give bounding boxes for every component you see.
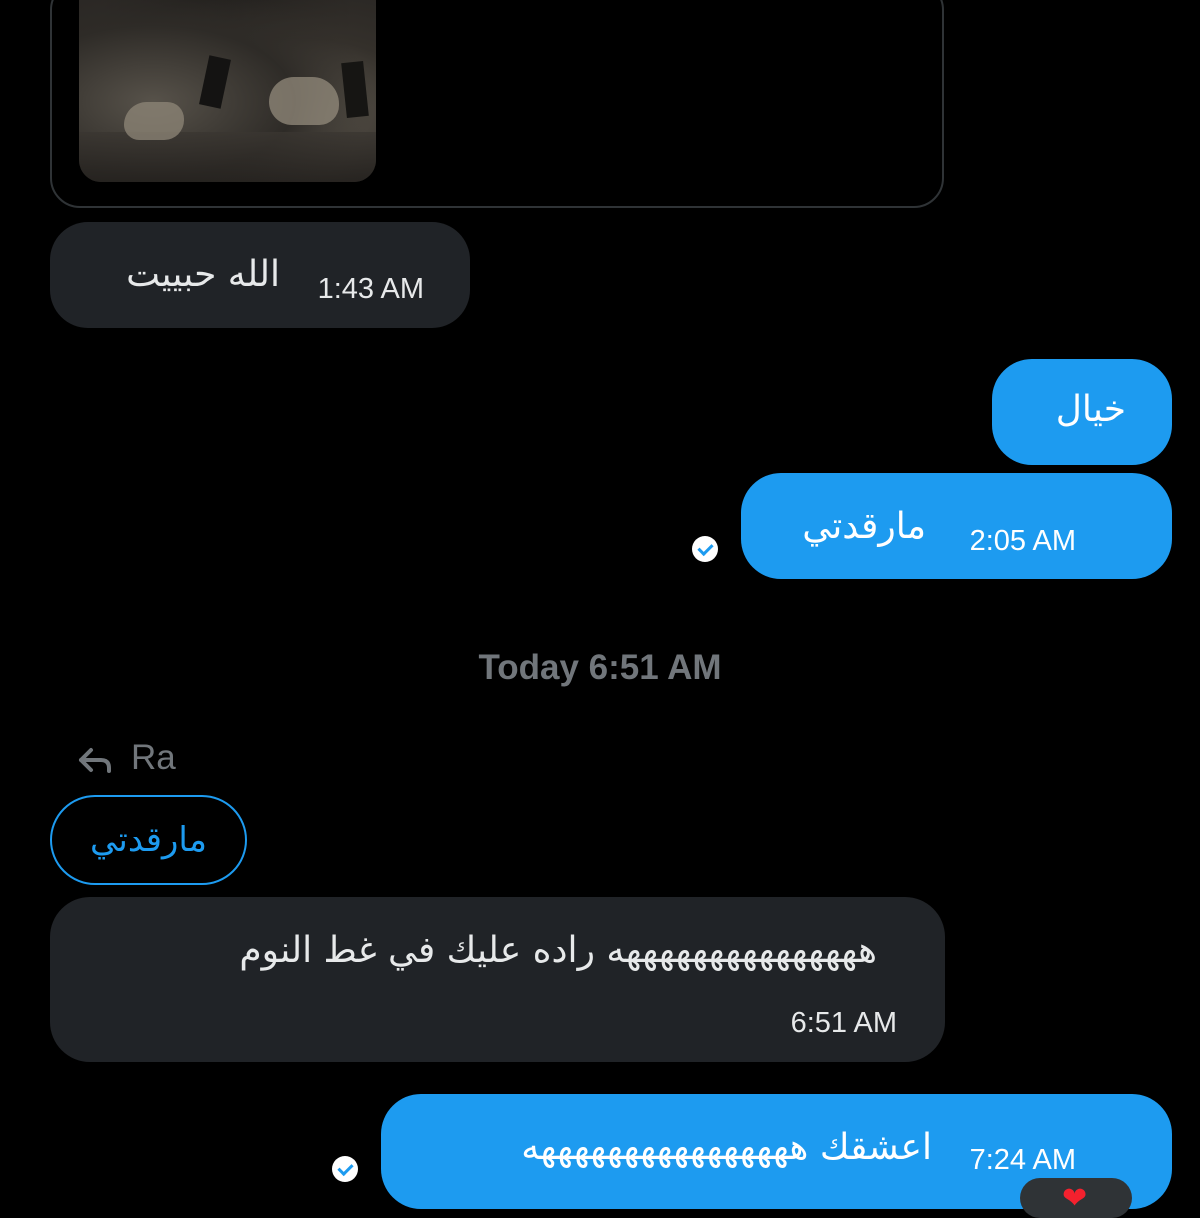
message-bubble-outgoing[interactable]: مارقدتي 2:05 AM <box>692 473 1172 579</box>
check-circle-icon <box>332 1156 358 1183</box>
message-photo[interactable] <box>79 0 376 182</box>
message-time: 1:43 AM <box>317 273 424 305</box>
message-bubble-incoming[interactable]: الله حبييت 1:43 AM <box>50 222 470 328</box>
message-text: اعشقك ههههههههههههههههه <box>521 1127 932 1168</box>
message-time: 6:51 AM <box>790 1007 897 1039</box>
message-bubble-incoming[interactable]: هههههههههههههههه راده عليك في غط النوم 6… <box>50 897 945 1062</box>
message-bubble-outgoing[interactable]: خيال <box>992 359 1172 465</box>
message-text: هههههههههههههههه راده عليك في غط النوم <box>239 930 877 971</box>
heart-icon: ❤ <box>1062 1182 1088 1215</box>
quoted-message[interactable]: مارقدتي <box>50 795 247 885</box>
reply-arrow-icon <box>79 748 111 773</box>
message-text: مارقدتي <box>802 506 926 547</box>
message-text: خيال <box>1055 389 1126 430</box>
message-text: الله حبييت <box>126 254 280 295</box>
reply-to-name: Ra <box>131 738 176 777</box>
message-time: 2:05 AM <box>969 525 1076 557</box>
message-time: 7:24 AM <box>969 1144 1076 1176</box>
reaction-badge[interactable]: ❤ <box>1020 1178 1132 1218</box>
media-message-card[interactable] <box>50 0 944 208</box>
check-circle-icon <box>692 536 718 563</box>
day-separator: Today 6:51 AM <box>478 648 722 687</box>
